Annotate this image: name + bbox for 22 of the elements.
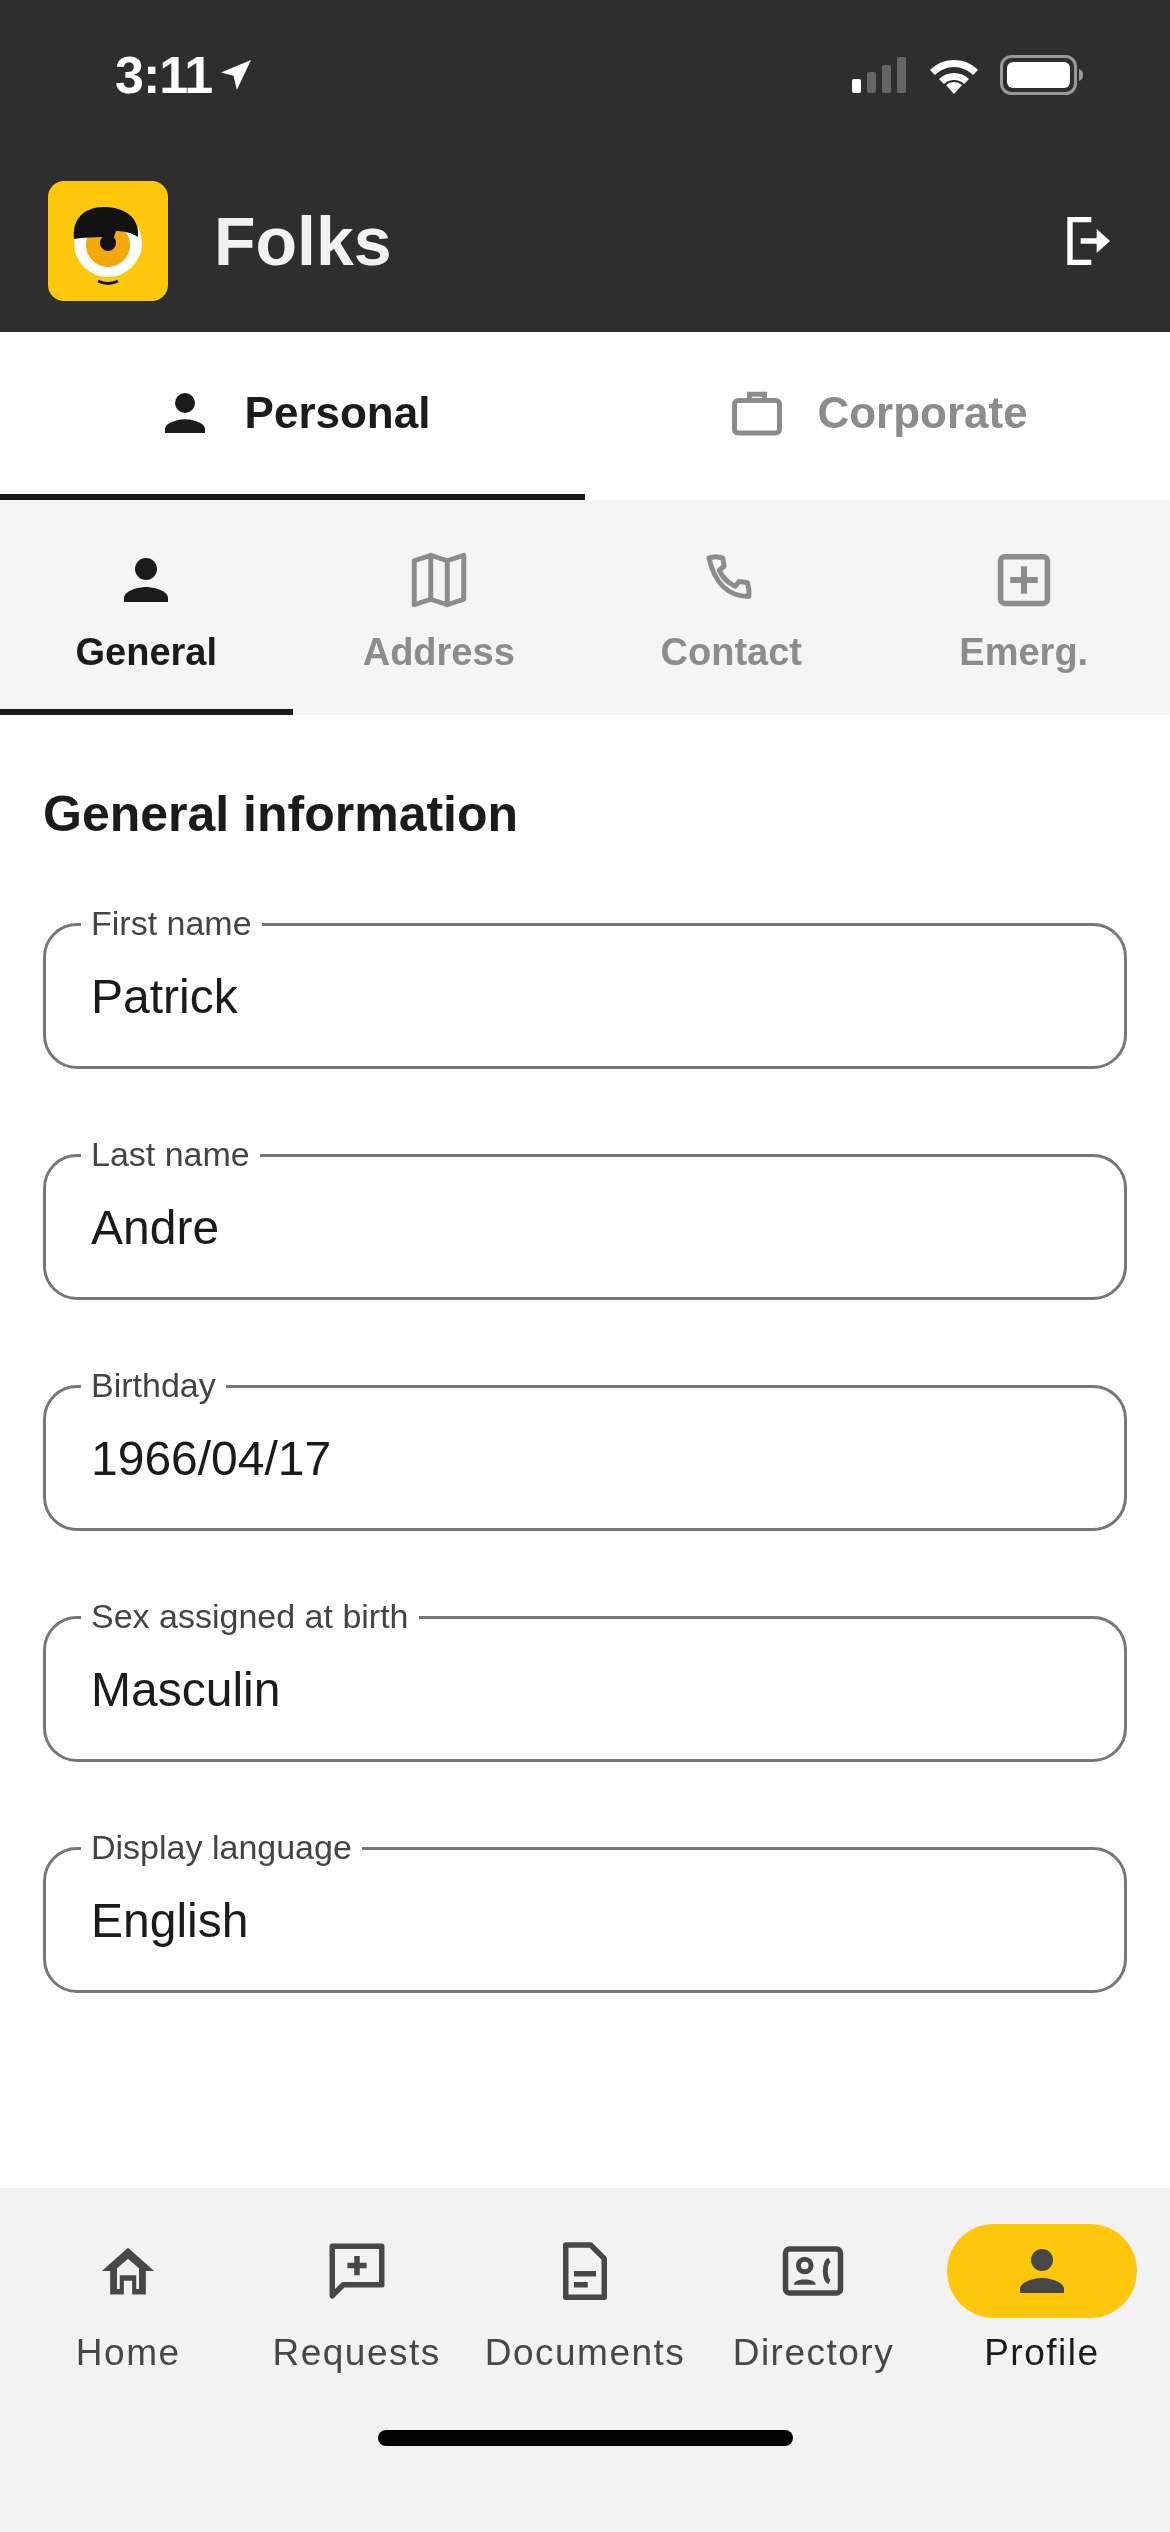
section-title: General information — [43, 785, 520, 843]
app-logo-icon — [48, 181, 168, 301]
text-field[interactable]: First name Patrick — [43, 899, 1127, 1069]
clock-time: 3:11 — [115, 45, 213, 105]
text-field[interactable]: Last name Andre — [43, 1130, 1127, 1300]
nav-item[interactable]: Home — [14, 2224, 243, 2374]
field-value: 1966/04/17 — [91, 1430, 332, 1486]
nav-item[interactable]: Requests — [242, 2224, 471, 2374]
field-value: Masculin — [91, 1661, 281, 1717]
signal-icon — [852, 57, 908, 93]
tab[interactable]: General — [0, 500, 293, 715]
text-field[interactable]: Display language English — [43, 1823, 1127, 1993]
battery-icon — [1000, 55, 1084, 95]
field-value: Andre — [91, 1199, 220, 1255]
field-value: Patrick — [91, 968, 238, 1024]
nav-item[interactable]: Documents — [470, 2224, 700, 2374]
field-value: English — [91, 1892, 249, 1948]
app-title: Folks — [214, 202, 392, 280]
text-field[interactable]: Sex assigned at birth Masculin — [43, 1592, 1127, 1762]
nav-item[interactable]: Directory — [699, 2224, 928, 2374]
nav-item[interactable]: Profile — [927, 2224, 1157, 2374]
text-field[interactable]: Birthday 1966/04/17 — [43, 1361, 1127, 1531]
